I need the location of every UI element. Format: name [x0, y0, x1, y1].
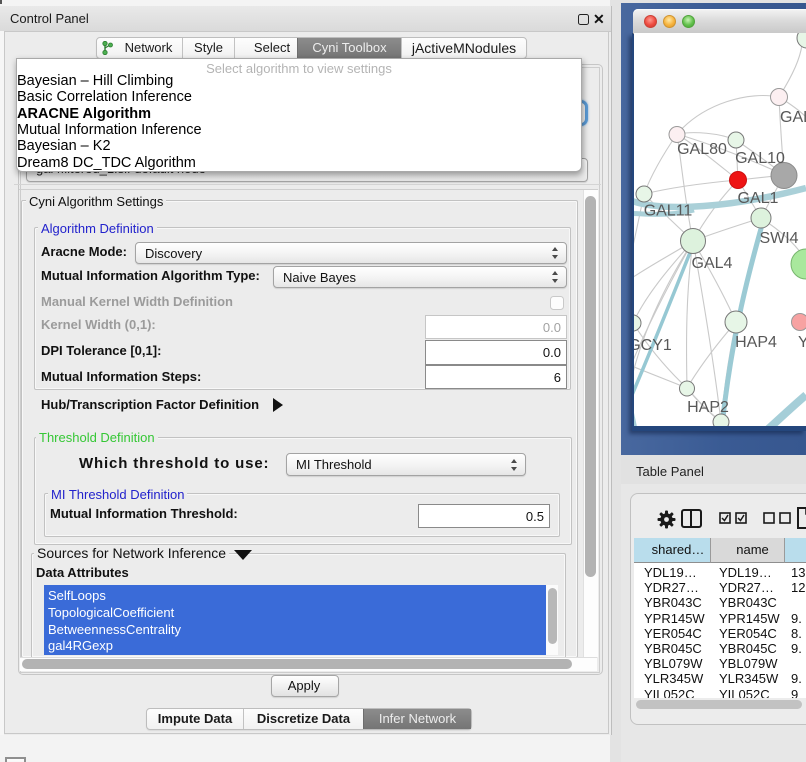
svg-text:SWI4: SWI4 — [759, 230, 798, 247]
svg-text:GAL1: GAL1 — [738, 190, 779, 207]
svg-text:HAP4: HAP4 — [735, 334, 777, 351]
svg-text:GAL10: GAL10 — [735, 150, 785, 167]
svg-text:HAP2: HAP2 — [687, 399, 729, 416]
svg-text:GAL4: GAL4 — [692, 255, 733, 272]
svg-text:GAL7: GAL7 — [780, 109, 806, 126]
svg-text:GAL80: GAL80 — [677, 141, 727, 158]
svg-text:YD: YD — [798, 334, 806, 351]
svg-text:GAL11: GAL11 — [644, 203, 693, 220]
svg-text:GCY1: GCY1 — [634, 337, 672, 354]
